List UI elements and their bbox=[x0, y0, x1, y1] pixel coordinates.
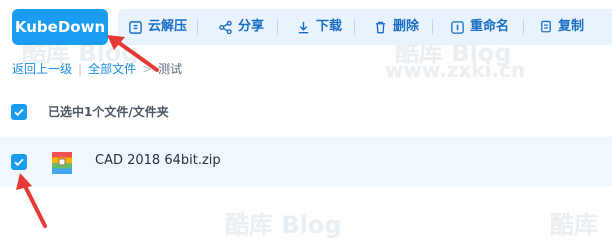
breadcrumb-divider: | bbox=[78, 62, 83, 76]
file-checkbox[interactable] bbox=[11, 154, 27, 170]
rename-button[interactable]: 重命名 bbox=[450, 9, 509, 45]
watermark-url: www.zxki.cn bbox=[385, 58, 526, 82]
share-icon bbox=[219, 20, 232, 34]
divider bbox=[197, 19, 198, 35]
archive-icon bbox=[129, 20, 142, 34]
divider bbox=[354, 19, 355, 35]
select-all-checkbox[interactable] bbox=[11, 104, 27, 120]
watermark: 酷库 bbox=[550, 211, 598, 239]
rename-icon bbox=[451, 20, 464, 34]
divider bbox=[432, 19, 433, 35]
rename-label: 重命名 bbox=[470, 19, 510, 34]
divider bbox=[277, 19, 278, 35]
arrow-annotation bbox=[16, 173, 47, 228]
delete-label: 删除 bbox=[393, 19, 420, 34]
selection-count: 已选中1个文件/文件夹 bbox=[48, 105, 169, 119]
trash-icon bbox=[375, 21, 386, 33]
file-name[interactable]: CAD 2018 64bit.zip bbox=[95, 153, 221, 168]
divider bbox=[523, 19, 524, 35]
back-link[interactable]: 返回上一级 bbox=[12, 62, 72, 76]
download-label: 下载 bbox=[316, 19, 343, 34]
check-icon bbox=[14, 158, 24, 167]
zip-file-icon bbox=[52, 152, 72, 174]
copy-icon bbox=[541, 20, 551, 32]
copy-label: 复制 bbox=[558, 19, 585, 34]
copy-button[interactable]: 复制 bbox=[538, 9, 584, 45]
arrow-annotation bbox=[107, 35, 159, 72]
check-icon bbox=[14, 108, 24, 117]
share-button[interactable]: 分享 bbox=[218, 9, 264, 45]
delete-button[interactable]: 删除 bbox=[373, 9, 419, 45]
download-icon bbox=[298, 21, 309, 33]
toolbar: KubeDown 云解压 分享 下载 删除 重命名 复制 bbox=[0, 0, 612, 56]
action-bar: 云解压 分享 下载 删除 重命名 复制 bbox=[118, 9, 612, 45]
kubedown-button[interactable]: KubeDown bbox=[12, 9, 108, 45]
current-folder: 测试 bbox=[158, 62, 183, 76]
share-label: 分享 bbox=[238, 19, 265, 34]
watermark: 酷库 Blog bbox=[225, 211, 342, 239]
file-row[interactable] bbox=[0, 137, 612, 187]
download-button[interactable]: 下载 bbox=[296, 9, 342, 45]
